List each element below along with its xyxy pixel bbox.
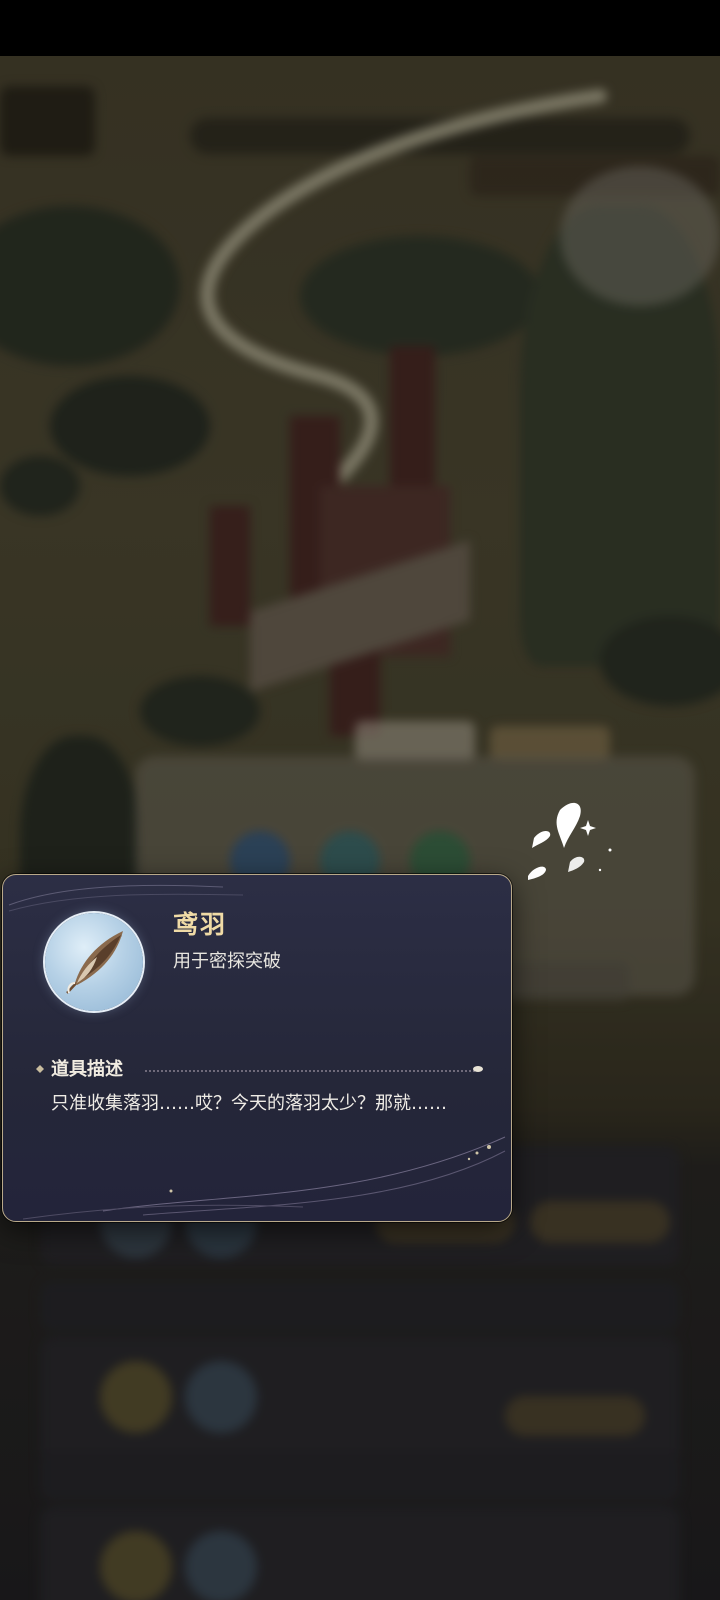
description-text: 只准收集落羽……哎？今天的落羽太少？那就…… (51, 1093, 447, 1114)
item-detail-popup[interactable]: 鸢羽 用于密探突破 道具描述 只准收集落羽……哎？今天的落羽太少？那就…… (2, 874, 512, 1222)
status-bar (0, 0, 720, 56)
description-title: 道具描述 (51, 1059, 123, 1080)
item-name: 鸢羽 (173, 910, 228, 939)
divider-end-icon (473, 1066, 483, 1072)
item-icon (45, 913, 143, 1011)
diamond-marker-icon (36, 1065, 44, 1073)
item-usage: 用于密探突破 (173, 951, 281, 972)
feather-icon (66, 931, 123, 994)
divider (145, 1070, 475, 1072)
feather-particles-icon (528, 802, 612, 880)
